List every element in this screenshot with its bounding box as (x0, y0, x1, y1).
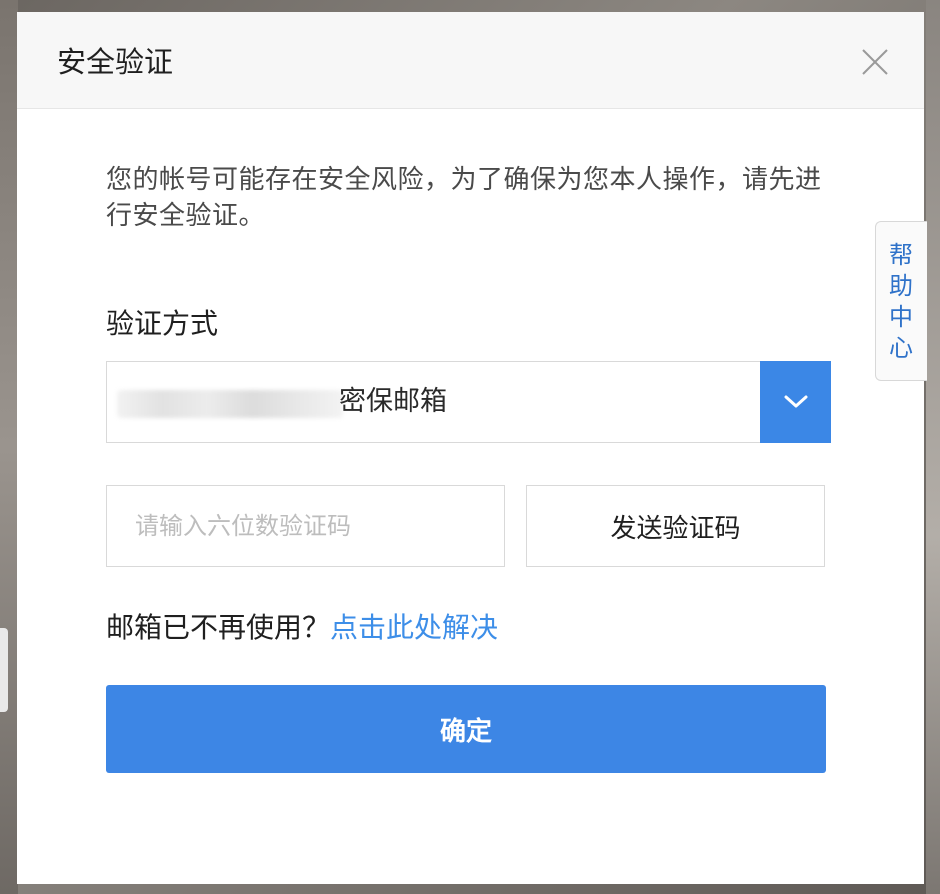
verification-description: 您的帐号可能存在安全风险，为了确保为您本人操作，请先进行安全验证。 (106, 165, 822, 231)
verification-code-input[interactable] (106, 485, 505, 567)
dialog-header: 安全验证 (17, 12, 924, 109)
confirm-button[interactable]: 确定 (106, 685, 826, 773)
masked-email-blur (117, 390, 343, 418)
close-button[interactable] (857, 44, 893, 80)
verify-method-selected: 密保邮箱 (339, 386, 447, 417)
verify-method-label: 验证方式 (106, 307, 219, 340)
dropdown-toggle[interactable] (760, 361, 831, 443)
security-verification-dialog: 安全验证 您的帐号可能存在安全风险，为了确保为您本人操作，请先进行安全验证。 验… (17, 12, 924, 884)
help-center-tab[interactable]: 帮助中心 (875, 221, 927, 381)
page-backdrop-right (926, 0, 940, 894)
page-backdrop-left (0, 0, 18, 894)
dialog-title: 安全验证 (57, 45, 174, 79)
verify-method-select[interactable]: 密保邮箱 (106, 361, 831, 443)
email-help-question: 邮箱已不再使用？ (106, 611, 331, 644)
send-code-button[interactable]: 发送验证码 (526, 485, 825, 567)
help-center-label: 帮助中心 (889, 241, 913, 362)
chevron-down-icon (784, 395, 807, 408)
email-help-link[interactable]: 点击此处解决 (330, 611, 498, 644)
email-help-line: 邮箱已不再使用？点击此处解决 (106, 608, 498, 648)
close-icon (862, 49, 888, 75)
backdrop-tab (0, 628, 8, 712)
